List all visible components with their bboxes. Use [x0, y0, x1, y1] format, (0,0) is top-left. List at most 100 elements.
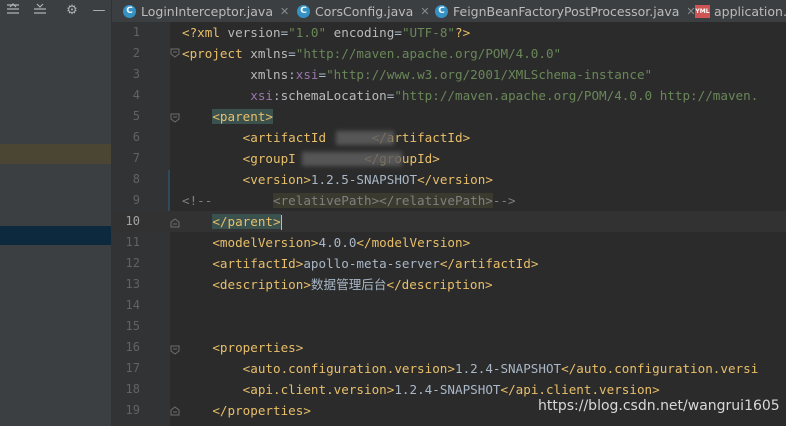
code-token: "http://maven.apache.org/POM/4.0.0" [295, 46, 562, 61]
collapse-all-icon[interactable] [4, 2, 22, 20]
watermark-text: https://blog.csdn.net/wangrui1605 [538, 398, 780, 414]
code-line[interactable]: </parent> [182, 211, 283, 232]
tab-login-interceptor[interactable]: C LoginInterceptor.java ✕ [123, 0, 289, 22]
code-token: </artifactId> [439, 256, 539, 271]
code-token: <modelVersion> [212, 235, 319, 250]
tab-feign-bean-factory[interactable]: C FeignBeanFactoryPostProcessor.java ✕ [435, 0, 696, 22]
line-number: 8 [132, 172, 140, 186]
line-number: 7 [132, 151, 140, 165]
code-line[interactable]: xsi:schemaLocation="http://maven.apache.… [182, 85, 758, 106]
code-token: <project [182, 46, 251, 61]
tab-label: FeignBeanFactoryPostProcessor.java [453, 3, 680, 19]
code-line[interactable]: <version>1.2.5-SNAPSHOT</version> [182, 169, 493, 190]
line-number: 1 [132, 25, 140, 39]
code-token: apollo-meta-server [303, 256, 440, 271]
code-token: 1.2.5-SNAPSHOT [310, 172, 418, 187]
fold-close-icon[interactable] [170, 218, 180, 228]
java-class-icon: C [123, 4, 136, 18]
code-token: </properties> [212, 403, 311, 418]
code-line[interactable]: <?xml version="1.0" encoding="UTF-8"?> [182, 22, 470, 43]
project-panel[interactable] [0, 0, 112, 426]
code-token: = [394, 25, 402, 40]
line-number: 12 [125, 256, 140, 270]
code-line[interactable]: <modelVersion>4.0.0</modelVersion> [182, 232, 470, 253]
code-token: 4.0.0 [318, 235, 357, 250]
fold-open-icon[interactable] [170, 113, 180, 123]
code-token: "UTF-8" [401, 25, 456, 40]
yml-file-icon: YML [695, 4, 710, 18]
tab-application-yml[interactable]: YML application.y [695, 0, 786, 22]
line-number: 13 [125, 277, 140, 291]
text-caret [280, 215, 283, 230]
line-number: 11 [125, 235, 140, 249]
hide-icon[interactable]: — [90, 2, 108, 20]
fold-open-icon[interactable] [170, 345, 180, 355]
code-token: "http://www.w3.org/2001/XMLSchema-instan… [326, 67, 653, 82]
code-token: </description> [386, 277, 493, 292]
line-number: 5 [132, 109, 140, 123]
code-token: xmlns [182, 67, 289, 82]
line-number: 18 [125, 382, 140, 396]
code-token: </modelVersion> [356, 235, 471, 250]
fold-close-icon[interactable] [170, 406, 180, 416]
line-number: 15 [125, 319, 140, 333]
line-number: 14 [125, 298, 140, 312]
code-line[interactable]: <api.client.version>1.2.4-SNAPSHOT</api.… [182, 379, 660, 400]
code-line[interactable]: <artifactId </artifactId> [182, 127, 470, 148]
code-token: <properties> [212, 340, 304, 355]
code-token: </version> [417, 172, 493, 187]
close-icon[interactable]: ✕ [280, 5, 289, 18]
code-token: </auto.configuration.versi [561, 361, 759, 376]
code-token: encoding [326, 25, 395, 40]
code-line[interactable]: <!-- <relativePath></relativePath>--> [182, 190, 516, 211]
project-tree-selected-row[interactable] [0, 226, 112, 245]
close-icon[interactable]: ✕ [420, 5, 429, 18]
line-number: 19 [125, 403, 140, 417]
line-number: 10 [125, 214, 140, 228]
project-tree-highlight [0, 144, 112, 164]
code-token: : [273, 88, 281, 103]
code-token: <version> [242, 172, 311, 187]
code-line[interactable]: <artifactId>apollo-meta-server</artifact… [182, 253, 538, 274]
code-line[interactable]: <properties> [182, 337, 303, 358]
code-line[interactable]: <parent> [182, 106, 274, 127]
code-line[interactable]: <project xmlns="http://maven.apache.org/… [182, 43, 561, 64]
fold-open-icon[interactable] [170, 48, 180, 58]
code-token: 1.2.4-SNAPSHOT [394, 382, 501, 397]
code-token: 数据管理后台 [310, 277, 387, 292]
code-token: <description> [212, 277, 311, 292]
code-token: xsi [182, 88, 273, 103]
code-token: </parent> [212, 214, 281, 229]
code-token: --> [492, 193, 516, 208]
line-number: 3 [132, 67, 140, 81]
code-line[interactable]: </properties> [182, 400, 311, 421]
redacted-region [336, 131, 394, 145]
code-token: <artifactId> [212, 256, 304, 271]
java-class-icon: C [297, 4, 310, 18]
code-line[interactable]: <description>数据管理后台</description> [182, 274, 493, 295]
code-token: "http://maven.apache.org/POM/4.0.0 http:… [394, 88, 759, 103]
code-token: xmlns [250, 46, 289, 61]
code-token: ?> [455, 25, 471, 40]
code-line[interactable]: <auto.configuration.version>1.2.4-SNAPSH… [182, 358, 759, 379]
code-token: <?xml [182, 25, 228, 40]
code-token: <auto.configuration.version> [242, 361, 455, 376]
code-line[interactable]: xmlns:xsi="http://www.w3.org/2001/XMLSch… [182, 64, 652, 85]
gear-icon[interactable]: ⚙ [63, 2, 81, 20]
expand-all-icon[interactable] [31, 2, 49, 20]
tab-label: LoginInterceptor.java [141, 3, 273, 19]
code-token: "1.0" [288, 25, 327, 40]
tab-cors-config[interactable]: C CorsConfig.java ✕ [297, 0, 430, 22]
code-token: </api.client.version> [500, 382, 660, 397]
line-number: 6 [132, 130, 140, 144]
tab-label: application.y [714, 3, 786, 19]
